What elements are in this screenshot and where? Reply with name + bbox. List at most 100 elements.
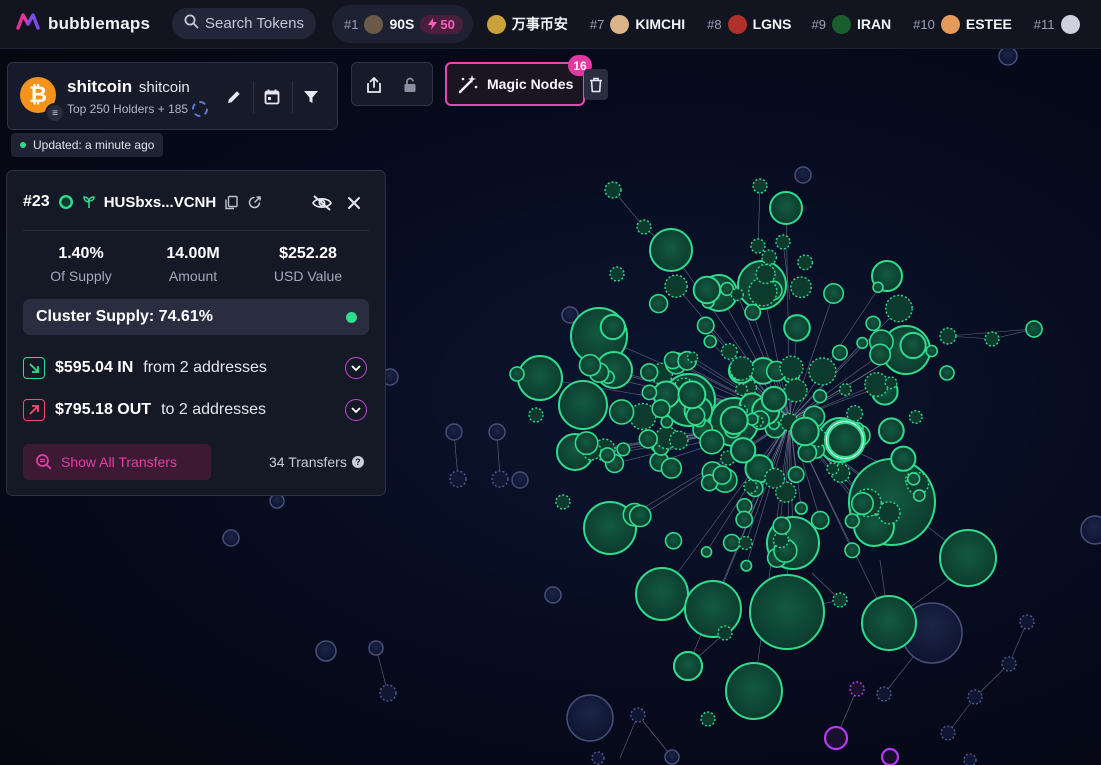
holder-bubble[interactable] <box>743 479 758 494</box>
delete-magic-nodes-button[interactable] <box>584 69 608 100</box>
holder-bubble-unlinked[interactable] <box>269 493 285 509</box>
holder-bubble[interactable] <box>984 331 1000 347</box>
holder-bubble[interactable] <box>628 504 652 528</box>
holder-bubble[interactable] <box>790 276 813 299</box>
holder-bubble[interactable] <box>838 383 852 397</box>
holder-bubble[interactable] <box>696 316 715 335</box>
holder-bubble-unlinked[interactable] <box>963 753 977 765</box>
holder-bubble[interactable] <box>509 366 525 382</box>
holder-bubble[interactable] <box>877 417 905 445</box>
holder-bubble-unlinked[interactable] <box>379 684 397 702</box>
holder-bubble[interactable] <box>599 447 616 464</box>
holder-bubble-unlinked[interactable] <box>222 529 240 547</box>
holder-bubble-magic[interactable] <box>823 725 849 751</box>
holder-bubble[interactable] <box>861 595 917 651</box>
show-all-transfers-button[interactable]: Show All Transfers <box>23 444 211 480</box>
holder-bubble[interactable] <box>729 437 757 464</box>
holder-bubble[interactable] <box>939 529 997 587</box>
holder-bubble-unlinked[interactable] <box>998 46 1018 66</box>
close-panel-button[interactable] <box>342 191 366 215</box>
holder-bubble[interactable] <box>783 378 808 403</box>
holder-bubble[interactable] <box>872 281 884 294</box>
holder-bubble[interactable] <box>699 429 725 455</box>
hide-wallet-button[interactable] <box>310 191 334 215</box>
holder-bubble-unlinked[interactable] <box>794 166 812 184</box>
trending-item[interactable]: #9 IRAN <box>811 14 891 34</box>
trending-item[interactable]: #11 <box>1034 14 1080 34</box>
holder-bubble[interactable] <box>797 254 814 271</box>
holder-bubble-magic[interactable] <box>849 681 865 697</box>
holder-bubble[interactable] <box>604 181 622 199</box>
holder-bubble[interactable] <box>877 501 901 525</box>
holder-bubble[interactable] <box>677 380 707 410</box>
help-icon[interactable]: ? <box>351 456 364 468</box>
holder-bubble[interactable] <box>651 399 671 419</box>
app-logo[interactable]: bubblemaps <box>16 12 150 35</box>
trending-item[interactable]: #8 LGNS <box>707 14 791 34</box>
holder-bubble[interactable] <box>735 383 749 397</box>
holder-bubble[interactable] <box>719 406 749 435</box>
holder-bubble-magic[interactable] <box>880 747 900 765</box>
holder-bubble[interactable] <box>636 219 652 235</box>
holder-bubble[interactable] <box>831 344 849 361</box>
holder-bubble[interactable] <box>558 380 608 430</box>
holder-bubble[interactable] <box>769 191 803 225</box>
holder-bubble-unlinked[interactable] <box>488 423 506 441</box>
holder-bubble[interactable] <box>664 531 683 550</box>
trending-item[interactable]: #10 ESTEE <box>913 14 1012 34</box>
holder-bubble-unlinked[interactable] <box>1001 656 1017 672</box>
holder-bubble[interactable] <box>761 249 778 266</box>
holder-bubble[interactable] <box>844 513 860 529</box>
holder-bubble[interactable] <box>669 430 689 451</box>
holder-bubble-unlinked[interactable] <box>544 586 562 604</box>
holder-bubble[interactable] <box>826 462 840 476</box>
holder-bubble[interactable] <box>685 405 706 426</box>
holder-bubble[interactable] <box>578 353 602 377</box>
holder-bubble[interactable] <box>939 327 957 345</box>
holder-bubble[interactable] <box>639 363 659 382</box>
holder-bubble[interactable] <box>890 445 917 472</box>
holder-bubble[interactable] <box>608 399 635 425</box>
holder-bubble[interactable] <box>664 274 688 299</box>
holder-bubble[interactable] <box>517 355 563 401</box>
holder-bubble[interactable] <box>616 442 631 457</box>
lock-button[interactable] <box>398 73 422 97</box>
holder-bubble[interactable] <box>740 559 753 572</box>
holder-bubble-unlinked[interactable] <box>445 423 463 441</box>
holder-bubble[interactable] <box>760 385 788 413</box>
holder-bubble[interactable] <box>846 405 864 423</box>
holder-bubble[interactable] <box>700 546 713 558</box>
copy-icon[interactable] <box>224 195 239 210</box>
holder-bubble[interactable] <box>700 711 716 727</box>
holder-bubble[interactable] <box>783 314 811 342</box>
holder-bubble[interactable] <box>738 535 753 551</box>
holder-bubble[interactable] <box>912 489 926 502</box>
holder-bubble[interactable] <box>744 303 762 321</box>
holder-bubble[interactable] <box>797 442 818 463</box>
search-tokens-button[interactable]: Search Tokens <box>172 8 316 39</box>
holder-bubble-unlinked[interactable] <box>876 686 892 702</box>
magic-nodes-button[interactable]: Magic Nodes <box>445 62 585 106</box>
boost-badge[interactable]: 50 <box>420 14 463 34</box>
holder-bubble[interactable] <box>684 580 742 638</box>
holder-bubble[interactable] <box>787 466 805 484</box>
holder-bubble-unlinked[interactable] <box>1019 614 1035 630</box>
holder-bubble[interactable] <box>810 510 830 530</box>
holder-bubble[interactable] <box>752 178 768 194</box>
holder-bubble[interactable] <box>884 376 898 390</box>
holder-bubble[interactable] <box>720 343 738 361</box>
holder-bubble[interactable] <box>555 494 571 510</box>
holder-bubble[interactable] <box>686 351 699 363</box>
expand-inflow-button[interactable] <box>345 357 367 379</box>
holder-bubble[interactable] <box>865 315 881 332</box>
holder-bubble[interactable] <box>775 234 791 250</box>
holder-bubble[interactable] <box>712 465 732 485</box>
holder-bubble[interactable] <box>823 282 845 304</box>
trending-item[interactable]: #1 90S 50 <box>332 5 473 43</box>
holder-bubble[interactable] <box>850 491 874 515</box>
holder-bubble[interactable] <box>906 472 921 486</box>
expand-outflow-button[interactable] <box>345 399 367 421</box>
holder-bubble-unlinked[interactable] <box>315 640 337 662</box>
holder-bubble[interactable] <box>812 389 828 404</box>
external-link-icon[interactable] <box>247 195 262 210</box>
